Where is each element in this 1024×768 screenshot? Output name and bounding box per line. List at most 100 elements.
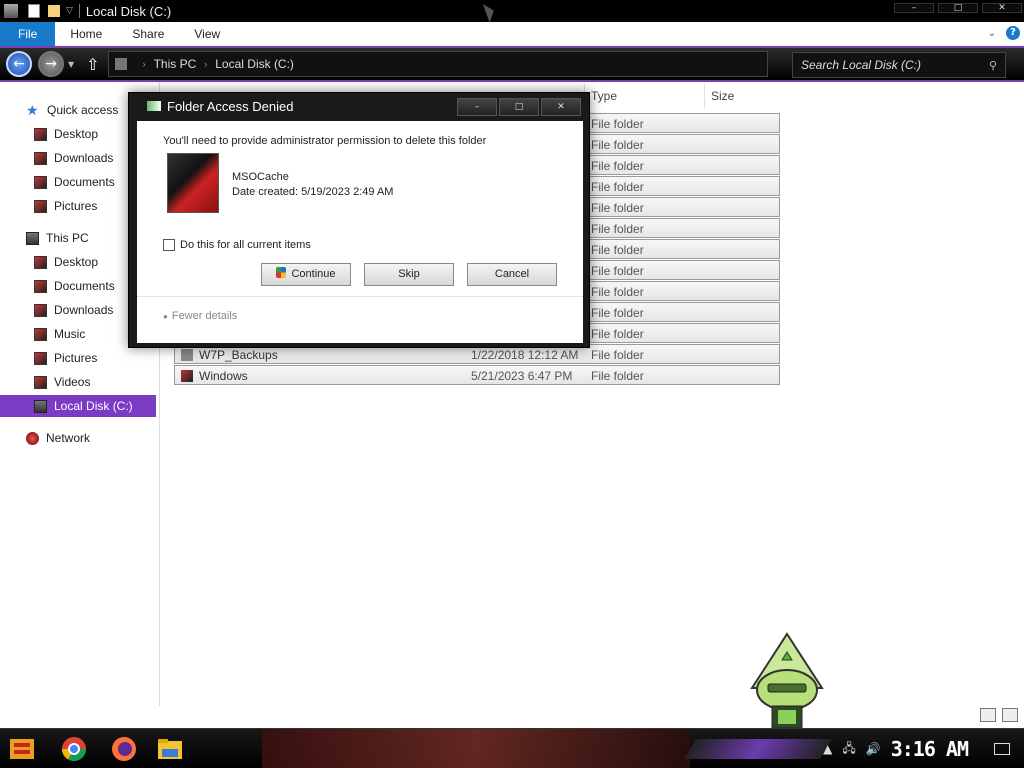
apply-to-all-checkbox[interactable]	[163, 239, 175, 251]
dialog-body: You'll need to provide administrator per…	[137, 121, 583, 343]
search-icon[interactable]: ⚲	[989, 59, 997, 72]
breadcrumb-local-disk[interactable]: Local Disk (C:)	[215, 57, 294, 71]
sidebar-item-label: Pictures	[54, 199, 98, 213]
address-toolbar: ← → ▼ ⇧ › This PC › Local Disk (C:) Sear…	[0, 46, 1024, 82]
tab-home[interactable]: Home	[55, 22, 117, 46]
row-type: File folder	[591, 180, 644, 194]
volume-icon[interactable]: 🔊	[866, 742, 881, 756]
pc-icon	[26, 231, 39, 245]
dialog-minimize-button[interactable]: –	[457, 98, 497, 116]
column-header-size[interactable]: Size	[704, 84, 784, 108]
quick-access-dropdown-icon[interactable]: ▽	[66, 6, 73, 16]
row-type: File folder	[591, 243, 644, 257]
search-input[interactable]: Search Local Disk (C:) ⚲	[792, 52, 1006, 78]
desktop-icon	[34, 255, 47, 269]
peridot-character-image	[750, 632, 824, 728]
back-button[interactable]: ←	[6, 51, 32, 77]
window-title: Local Disk (C:)	[85, 3, 172, 19]
clock[interactable]: 3:16 AM	[891, 737, 969, 761]
folder-icon	[181, 370, 193, 382]
row-type: File folder	[591, 348, 644, 362]
row-type: File folder	[591, 222, 644, 236]
close-button[interactable]: ✕	[982, 3, 1022, 13]
action-center-icon[interactable]	[994, 743, 1010, 755]
sidebar-item-label: This PC	[46, 231, 89, 245]
cancel-button[interactable]: Cancel	[467, 263, 557, 286]
show-hidden-icons-icon[interactable]: ▲	[823, 742, 832, 756]
tab-file[interactable]: File	[0, 21, 56, 46]
sidebar-item-label: Pictures	[54, 351, 98, 365]
new-folder-icon[interactable]	[48, 5, 60, 17]
continue-button[interactable]: Continue	[261, 263, 351, 286]
firefox-icon[interactable]	[110, 735, 138, 763]
row-type: File folder	[591, 138, 644, 152]
recent-locations-icon[interactable]: ▼	[68, 60, 74, 69]
sidebar-item-label: Documents	[54, 279, 115, 293]
desktop-icon	[34, 127, 47, 141]
admin-shield-icon	[276, 267, 287, 278]
pc-icon	[114, 58, 127, 70]
row-name: W7P_Backups	[199, 348, 278, 362]
row-type: File folder	[591, 285, 644, 299]
music-icon	[34, 327, 47, 341]
sidebar-item-label: Desktop	[54, 255, 99, 269]
breadcrumb-this-pc[interactable]: This PC	[154, 57, 197, 71]
skip-button[interactable]: Skip	[364, 263, 454, 286]
large-icons-view-icon[interactable]	[1002, 708, 1018, 722]
apply-to-all-label[interactable]: Do this for all current items	[180, 239, 311, 251]
dialog-controls: – □ ✕	[457, 98, 581, 116]
sidebar-item-label: Network	[46, 431, 91, 445]
fewer-details-toggle[interactable]: ● Fewer details	[163, 310, 237, 322]
minimize-button[interactable]: –	[894, 3, 934, 13]
details-view-icon[interactable]	[980, 708, 996, 722]
row-date: 5/21/2023 6:47 PM	[471, 369, 573, 383]
chrome-icon[interactable]	[60, 735, 88, 763]
column-header-type[interactable]: Type	[584, 84, 704, 108]
chevron-right-icon[interactable]: ›	[204, 59, 207, 69]
dialog-close-button[interactable]: ✕	[541, 98, 581, 116]
properties-icon[interactable]	[28, 4, 40, 18]
start-icon[interactable]	[8, 735, 36, 763]
sidebar-item-videos[interactable]: Videos	[0, 371, 156, 393]
tab-share[interactable]: Share	[117, 22, 179, 46]
folder-name: MSOCache	[232, 171, 289, 183]
sidebar-item-label: Videos	[54, 375, 91, 389]
sidebar-item-local-disk[interactable]: Local Disk (C:)	[0, 395, 156, 417]
file-explorer-icon[interactable]	[156, 735, 184, 763]
address-bar[interactable]: › This PC › Local Disk (C:)	[107, 51, 768, 77]
row-type: File folder	[591, 159, 644, 173]
row-type: File folder	[591, 264, 644, 278]
up-button[interactable]: ⇧	[86, 55, 99, 74]
explorer-icon[interactable]	[4, 4, 18, 18]
sidebar-item-label: Quick access	[47, 103, 119, 117]
documents-icon	[34, 279, 47, 293]
videos-icon	[34, 375, 47, 389]
row-type: File folder	[591, 201, 644, 215]
sidebar-item-network[interactable]: Network	[0, 427, 156, 449]
network-icon	[26, 431, 39, 445]
dialog-divider	[137, 296, 583, 297]
sidebar-item-pc-pictures[interactable]: Pictures	[0, 347, 156, 369]
dialog-maximize-button[interactable]: □	[499, 98, 539, 116]
folder-date-created: Date created: 5/19/2023 2:49 AM	[232, 186, 394, 198]
window-controls: – □ ✕	[894, 3, 1022, 13]
network-status-icon[interactable]: 🖧	[842, 739, 855, 760]
row-type: File folder	[591, 306, 644, 320]
expand-ribbon-icon[interactable]: ⌄	[988, 28, 996, 39]
table-row[interactable]: Windows 5/21/2023 6:47 PM File folder	[174, 365, 780, 385]
sidebar-item-label: Downloads	[54, 303, 114, 317]
window-titlebar: ▽ Local Disk (C:) – □ ✕	[0, 0, 1024, 22]
tab-view[interactable]: View	[179, 22, 235, 46]
titlebar-divider	[78, 4, 80, 18]
dialog-title: Folder Access Denied	[167, 98, 294, 114]
sidebar-item-label: Desktop	[54, 127, 99, 141]
maximize-button[interactable]: □	[938, 3, 978, 13]
chevron-right-icon[interactable]: ›	[143, 59, 146, 69]
taskbar-wallpaper-strip	[262, 729, 690, 768]
drive-icon	[34, 399, 47, 413]
view-toggle	[980, 708, 1018, 722]
help-icon[interactable]: ?	[1006, 26, 1020, 40]
row-type: File folder	[591, 327, 644, 341]
forward-button[interactable]: →	[38, 51, 64, 77]
row-type: File folder	[591, 369, 644, 383]
